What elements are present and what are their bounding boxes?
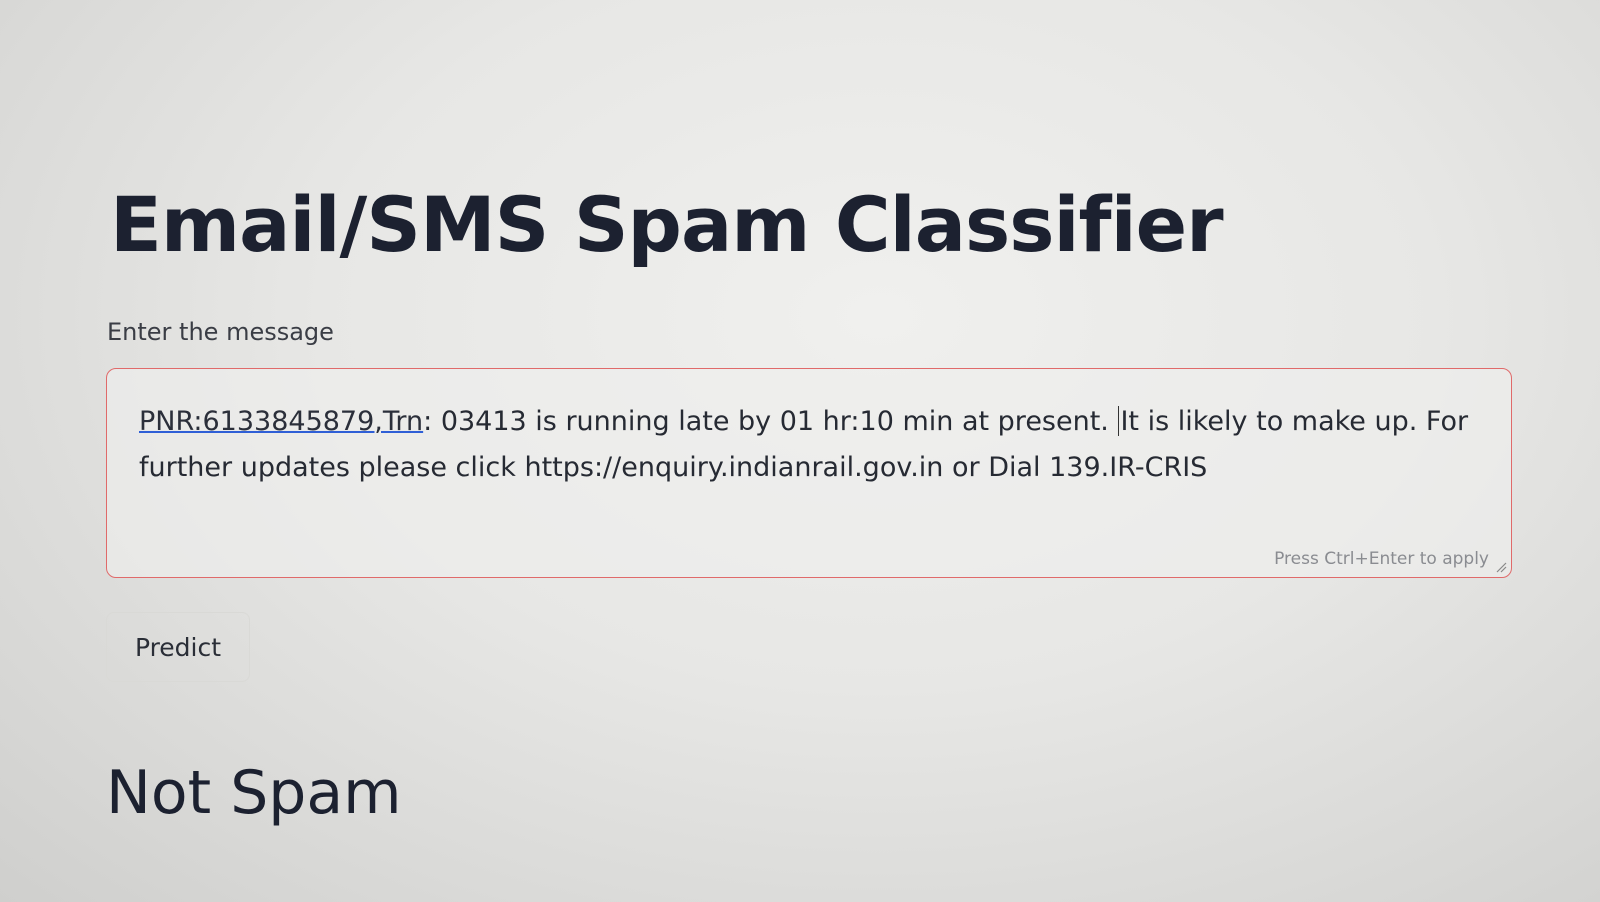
page-title: Email/SMS Spam Classifier — [110, 180, 1224, 269]
pnr-link[interactable]: PNR:6133845879,Trn — [139, 406, 423, 437]
message-textarea[interactable]: PNR:6133845879,Trn: 03413 is running lat… — [106, 368, 1512, 578]
submit-hint: Press Ctrl+Enter to apply — [1274, 549, 1489, 569]
resize-handle-icon[interactable] — [1495, 561, 1507, 573]
predict-button[interactable]: Predict — [106, 612, 250, 682]
message-input-label: Enter the message — [107, 318, 334, 346]
prediction-result: Not Spam — [106, 758, 402, 828]
message-text[interactable]: PNR:6133845879,Trn: 03413 is running lat… — [139, 399, 1479, 491]
app-page: Email/SMS Spam Classifier Enter the mess… — [0, 0, 1600, 902]
message-text-part1: : 03413 is running late by 01 hr:10 min … — [423, 406, 1118, 437]
